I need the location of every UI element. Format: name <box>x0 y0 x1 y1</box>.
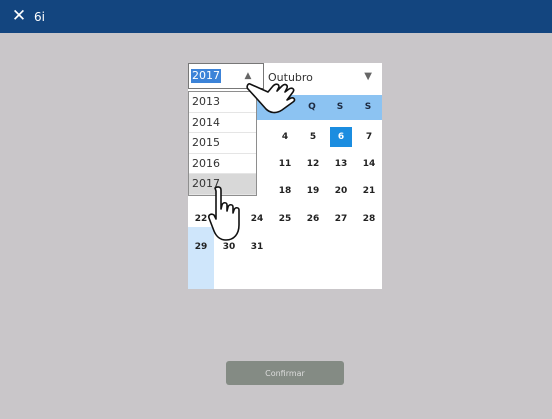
calendar-day[interactable]: 20 <box>330 181 352 201</box>
close-icon[interactable]: ✕ <box>9 7 29 27</box>
weekday-label: S <box>336 102 344 112</box>
calendar-day[interactable]: 13 <box>330 154 352 174</box>
weekday-label: Q <box>308 102 316 112</box>
calendar-day[interactable]: 31 <box>246 237 268 257</box>
calendar-day[interactable]: 11 <box>274 154 296 174</box>
calendar-day-selected[interactable]: 6 <box>330 127 352 147</box>
calendar-day[interactable]: 27 <box>330 209 352 229</box>
weekday-label: S <box>364 102 372 112</box>
calendar-day[interactable]: 24 <box>246 209 268 229</box>
calendar-day[interactable]: 28 <box>358 209 380 229</box>
chevron-down-icon[interactable]: ▼ <box>364 71 372 82</box>
calendar-day[interactable]: 26 <box>302 209 324 229</box>
calendar-day[interactable]: 7 <box>358 127 380 147</box>
calendar-day[interactable]: 25 <box>274 209 296 229</box>
window-title: 6i <box>34 9 45 24</box>
calendar-day[interactable]: 14 <box>358 154 380 174</box>
calendar-day[interactable]: 21 <box>358 181 380 201</box>
calendar-day[interactable]: 4 <box>274 127 296 147</box>
calendar-day[interactable]: 5 <box>302 127 324 147</box>
pointer-hand-icon <box>246 83 296 114</box>
calendar-day[interactable]: 12 <box>302 154 324 174</box>
pointer-hand-icon <box>208 186 240 241</box>
calendar-day[interactable]: 19 <box>302 181 324 201</box>
year-option[interactable]: 2016 <box>189 154 256 174</box>
title-bar: ✕ 6i <box>0 0 552 33</box>
year-select-value: 2017 <box>191 69 221 83</box>
year-option[interactable]: 2015 <box>189 133 256 154</box>
calendar-day[interactable]: 18 <box>274 181 296 201</box>
confirm-button[interactable]: Confirmar <box>226 361 344 385</box>
